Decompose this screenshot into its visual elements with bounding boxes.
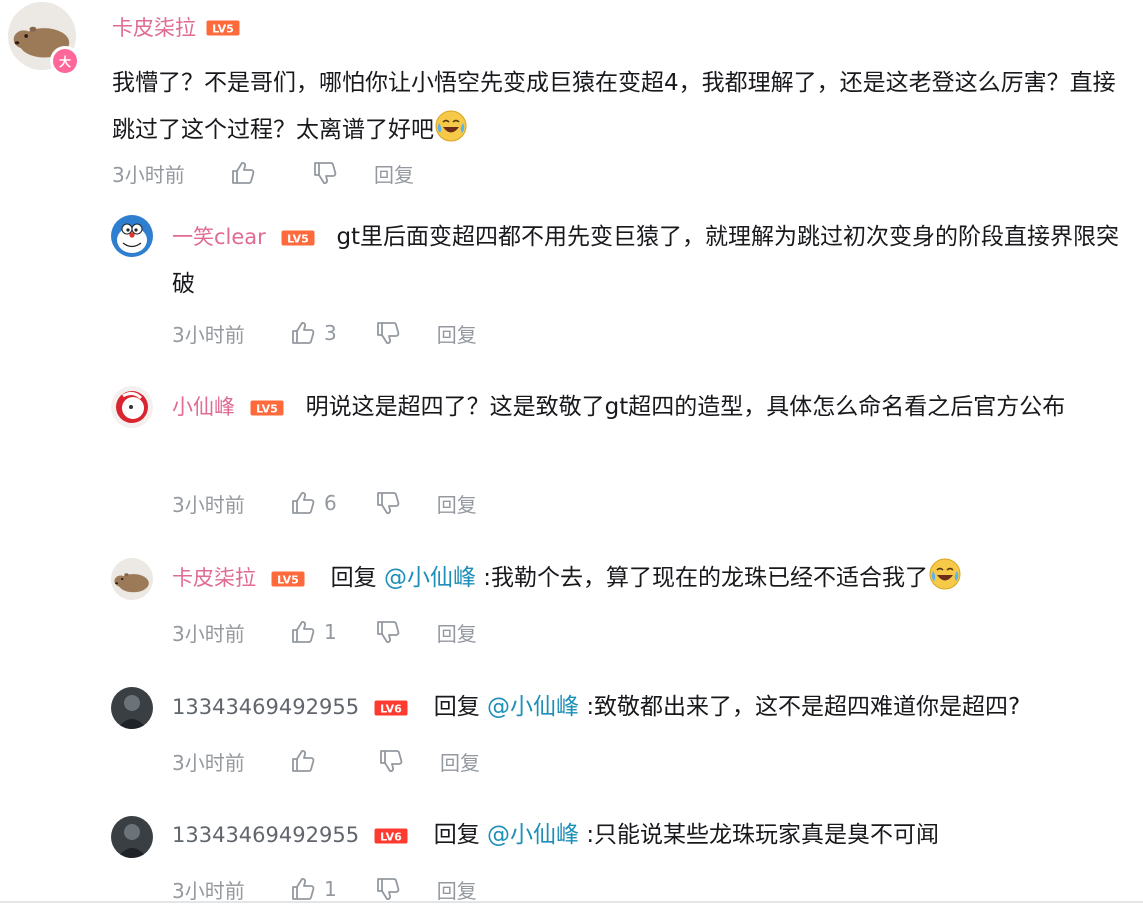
like-count: 6: [324, 491, 337, 515]
avatar[interactable]: [111, 386, 153, 428]
username[interactable]: 13343469492955: [172, 695, 359, 719]
main-comment-header: 卡皮柒拉: [112, 15, 240, 41]
doraemon-avatar-image: [111, 215, 153, 257]
like-count: 1: [324, 620, 337, 644]
reply-meta: 3小时前 回复: [172, 746, 480, 776]
timestamp: 3小时前: [172, 878, 245, 903]
reply-content: :只能说某些龙珠玩家真是臭不可闻: [586, 822, 940, 848]
reply-prefix: 回复: [330, 565, 377, 591]
thumbs-down-icon: [375, 876, 401, 902]
reply-button[interactable]: 回复: [440, 747, 480, 776]
dislike-button[interactable]: [375, 490, 401, 516]
reply-content: :我勒个去，算了现在的龙珠已经不适合我了: [483, 565, 928, 591]
like-button[interactable]: 6: [290, 490, 337, 516]
reply-prefix: 回复: [433, 822, 480, 848]
thumbs-down-icon: [375, 490, 401, 516]
main-comment-meta: 3小时前 回复: [112, 158, 414, 188]
thumbs-up-icon: [290, 490, 316, 516]
avatar[interactable]: [111, 816, 153, 858]
reply-text-block: 一笑clear gt里后面变超四都不用先变巨猿了，就理解为跳过初次变身的阶段直接…: [172, 214, 1132, 308]
like-button[interactable]: [290, 748, 334, 774]
thumbs-down-icon: [312, 160, 338, 186]
thumbs-down-icon: [375, 619, 401, 645]
reply-prefix: 回复: [433, 694, 480, 720]
username[interactable]: 小仙峰: [172, 395, 235, 419]
timestamp: 3小时前: [172, 750, 245, 775]
mention-link[interactable]: @小仙峰: [487, 694, 579, 720]
timestamp: 3小时前: [172, 322, 245, 347]
level-badge-lv5: [271, 571, 305, 587]
timestamp: 3小时前: [112, 162, 185, 187]
mention-link[interactable]: @小仙峰: [384, 565, 476, 591]
dislike-button[interactable]: [375, 320, 401, 346]
username[interactable]: 一笑clear: [172, 225, 266, 249]
reply-text-block: 13343469492955 回复 @小仙峰 :只能说某些龙珠玩家真是臭不可闻: [172, 812, 1132, 859]
dark-figure-avatar-image: [111, 816, 153, 858]
timestamp: 3小时前: [172, 621, 245, 646]
reply-meta: 3小时前 1 回复: [172, 874, 477, 904]
reply-button[interactable]: 回复: [437, 489, 477, 518]
vip-badge: 大: [50, 46, 80, 76]
thumbs-down-icon: [378, 748, 404, 774]
anime-avatar-image: [111, 386, 153, 428]
thumbs-up-icon: [230, 160, 256, 186]
reply-button[interactable]: 回复: [374, 159, 414, 188]
reply-text-block: 卡皮柒拉 回复 @小仙峰 :我勒个去，算了现在的龙珠已经不适合我了: [172, 555, 1132, 602]
reply-button[interactable]: 回复: [437, 319, 477, 348]
level-badge-lv5: [281, 230, 315, 246]
level-badge-lv5: [206, 20, 240, 36]
mention-link[interactable]: @小仙峰: [487, 822, 579, 848]
like-count: 3: [324, 321, 337, 345]
level-badge-lv5: [250, 400, 284, 416]
dislike-button[interactable]: [378, 748, 404, 774]
dark-figure-avatar-image: [111, 687, 153, 729]
crying-laughing-emoji-icon: [434, 109, 468, 143]
reply-content: :致敬都出来了，这不是超四难道你是超四?: [586, 694, 1021, 720]
reply-meta: 3小时前 3 回复: [172, 318, 477, 348]
avatar[interactable]: [111, 687, 153, 729]
thumbs-up-icon: [290, 748, 316, 774]
avatar[interactable]: [111, 215, 153, 257]
crying-laughing-emoji-icon: [928, 557, 962, 591]
thumbs-up-icon: [290, 619, 316, 645]
dislike-button[interactable]: [375, 619, 401, 645]
reply-meta: 3小时前 1 回复: [172, 617, 477, 647]
username[interactable]: 卡皮柒拉: [172, 566, 256, 590]
like-count: 1: [324, 877, 337, 901]
capybara-avatar-image: [111, 558, 153, 600]
reply-button[interactable]: 回复: [437, 875, 477, 904]
dislike-button[interactable]: [375, 876, 401, 902]
thumbs-up-icon: [290, 876, 316, 902]
reply-content: 明说这是超四了？这是致敬了gt超四的造型，具体怎么命名看之后官方公布: [305, 394, 1066, 420]
thumbs-up-icon: [290, 320, 316, 346]
timestamp: 3小时前: [172, 492, 245, 517]
username[interactable]: 卡皮柒拉: [112, 15, 196, 41]
like-button[interactable]: 1: [290, 876, 337, 902]
level-badge-lv6: [374, 700, 408, 716]
bottom-divider: [0, 901, 1143, 903]
like-button[interactable]: 1: [290, 619, 337, 645]
main-comment-text: 我懵了？不是哥们，哪怕你让小悟空先变成巨猿在变超4，我都理解了，还是这老登这么厉…: [112, 70, 1116, 143]
level-badge-lv6: [374, 828, 408, 844]
username[interactable]: 13343469492955: [172, 823, 359, 847]
reply-button[interactable]: 回复: [437, 618, 477, 647]
like-button[interactable]: [230, 160, 274, 186]
avatar[interactable]: [111, 558, 153, 600]
reply-meta: 3小时前 6 回复: [172, 488, 477, 518]
dislike-button[interactable]: [312, 160, 338, 186]
reply-text-block: 13343469492955 回复 @小仙峰 :致敬都出来了，这不是超四难道你是…: [172, 684, 1132, 731]
reply-text-block: 小仙峰 明说这是超四了？这是致敬了gt超四的造型，具体怎么命名看之后官方公布: [172, 384, 1132, 431]
thumbs-down-icon: [375, 320, 401, 346]
like-button[interactable]: 3: [290, 320, 337, 346]
